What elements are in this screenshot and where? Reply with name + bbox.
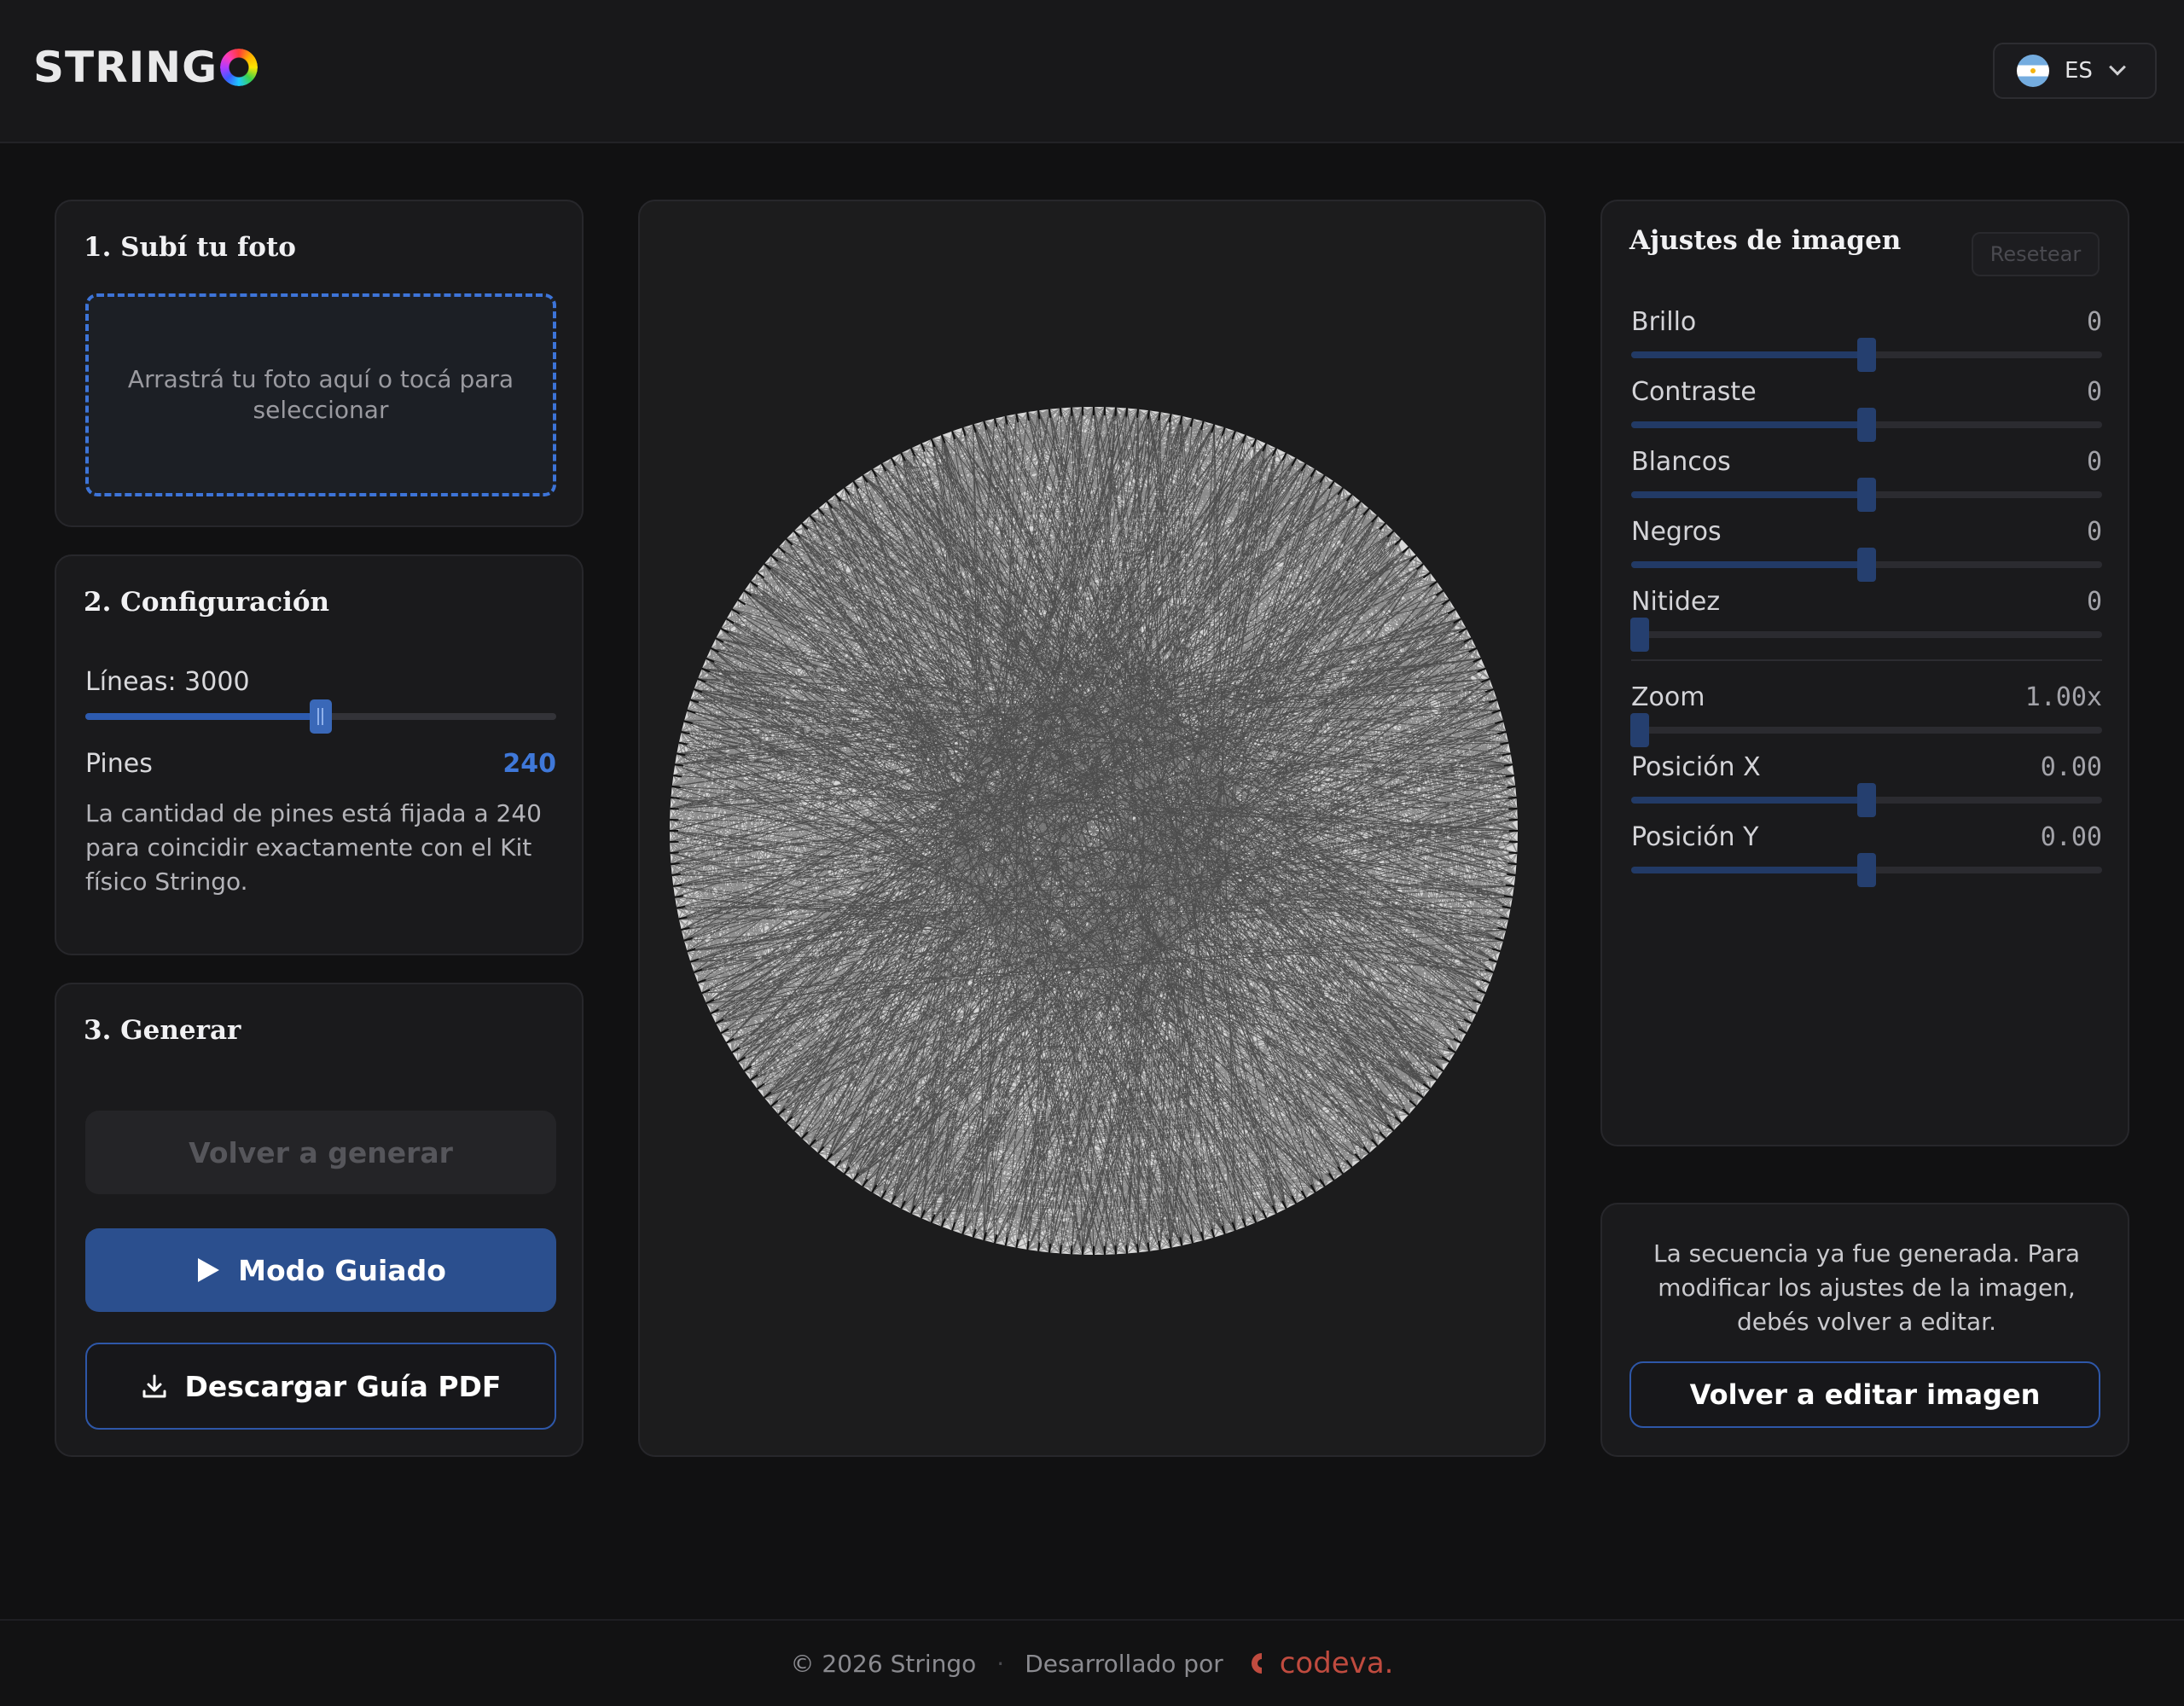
- upload-card: 1. Subí tu foto Arrastrá tu foto aquí o …: [55, 200, 584, 527]
- negros-slider-thumb[interactable]: [1857, 548, 1876, 582]
- lines-slider-fill: [85, 713, 321, 720]
- nitidez-label: Nitidez: [1631, 587, 1721, 617]
- blancos-value: 0: [2086, 447, 2102, 477]
- download-pdf-label: Descargar Guía PDF: [184, 1369, 502, 1403]
- zoom-slider-thumb[interactable]: [1630, 713, 1649, 747]
- posicion-y-value: 0.00: [2040, 822, 2102, 852]
- pins-label: Pines: [85, 749, 153, 779]
- chevron-down-icon: [2109, 58, 2126, 76]
- app-header: STRING ES: [0, 0, 2184, 143]
- upload-title: 1. Subí tu foto: [84, 232, 296, 263]
- brillo-slider[interactable]: [1631, 338, 2102, 372]
- posicion-x-slider-thumb[interactable]: [1857, 783, 1876, 817]
- nitidez-slider[interactable]: [1630, 618, 2102, 652]
- negros-label: Negros: [1631, 517, 1722, 547]
- generate-title: 3. Generar: [84, 1015, 241, 1046]
- codeva-logo-icon: [1251, 1653, 1262, 1674]
- posicion-y-slider-thumb[interactable]: [1857, 853, 1876, 887]
- adjustments-card: Ajustes de imagen Resetear Brillo 0 Contra…: [1600, 200, 2129, 1146]
- nitidez-value: 0: [2086, 587, 2102, 617]
- contraste-value: 0: [2086, 377, 2102, 407]
- language-selector[interactable]: ES: [1993, 43, 2157, 99]
- download-pdf-button[interactable]: Descargar Guía PDF: [85, 1343, 556, 1430]
- nitidez-slider-thumb[interactable]: [1630, 618, 1649, 652]
- zoom-slider[interactable]: [1630, 713, 2102, 747]
- lines-label: Líneas: 3000: [85, 667, 250, 697]
- edit-image-button[interactable]: Volver a editar imagen: [1629, 1361, 2100, 1428]
- lines-slider-thumb[interactable]: [310, 699, 332, 734]
- page-footer: © 2026 Stringo · Desarrollado por codeva…: [0, 1619, 2184, 1706]
- play-icon: [195, 1256, 221, 1284]
- zoom-value: 1.00x: [2024, 682, 2102, 712]
- posicion-x-slider-fill: [1631, 797, 1867, 804]
- negros-slider[interactable]: [1631, 548, 2102, 582]
- color-ring-icon: [220, 49, 258, 86]
- brillo-value: 0: [2086, 307, 2102, 337]
- negros-value: 0: [2086, 517, 2102, 547]
- pins-note: La cantidad de pines está fijada a 240 p…: [85, 799, 542, 896]
- reset-label: Resetear: [1989, 242, 2082, 266]
- regenerate-label: Volver a generar: [189, 1135, 453, 1169]
- zoom-label: Zoom: [1631, 682, 1705, 712]
- posicion-y-label: Posición Y: [1631, 822, 1759, 852]
- adjustments-title: Ajustes de imagen: [1629, 225, 1902, 256]
- language-code: ES: [2065, 58, 2093, 84]
- posicion-y-slider-fill: [1631, 867, 1867, 873]
- generate-card: 3. Generar Volver a generar Modo Guiado …: [55, 983, 584, 1457]
- regenerate-button[interactable]: Volver a generar: [85, 1111, 556, 1194]
- blancos-slider-fill: [1631, 491, 1867, 498]
- adjustments-divider: [1631, 659, 2102, 661]
- brillo-slider-thumb[interactable]: [1857, 338, 1876, 372]
- posicion-x-label: Posición X: [1631, 752, 1761, 782]
- developed-by-text: Desarrollado por: [1025, 1649, 1223, 1678]
- logo-text: STRING: [33, 43, 218, 92]
- edit-image-label: Volver a editar imagen: [1689, 1378, 2041, 1411]
- contraste-slider[interactable]: [1631, 408, 2102, 442]
- download-icon: [141, 1372, 168, 1400]
- string-art-preview: [669, 406, 1519, 1256]
- blancos-label: Blancos: [1631, 447, 1731, 477]
- argentina-flag-icon: [2017, 55, 2049, 87]
- guided-mode-label: Modo Guiado: [238, 1253, 446, 1287]
- brillo-label: Brillo: [1631, 307, 1697, 337]
- pins-value: 240: [502, 749, 556, 779]
- notice-text: La secuencia ya fue generada. Para modif…: [1653, 1239, 2080, 1336]
- dropzone-text: Arrastrá tu foto aquí o tocá para selecc…: [127, 365, 514, 424]
- contraste-slider-thumb[interactable]: [1857, 408, 1876, 442]
- negros-slider-fill: [1631, 561, 1867, 568]
- preview-panel: [638, 200, 1546, 1457]
- stringo-logo[interactable]: STRING: [33, 43, 258, 92]
- contraste-label: Contraste: [1631, 377, 1757, 407]
- guided-mode-button[interactable]: Modo Guiado: [85, 1228, 556, 1312]
- contraste-slider-fill: [1631, 421, 1867, 428]
- config-title: 2. Configuración: [84, 587, 330, 618]
- brillo-slider-fill: [1631, 351, 1867, 358]
- blancos-slider[interactable]: [1631, 478, 2102, 512]
- codeva-link[interactable]: codeva.: [1249, 1646, 1394, 1680]
- photo-dropzone[interactable]: Arrastrá tu foto aquí o tocá para selecc…: [85, 293, 556, 496]
- blancos-slider-thumb[interactable]: [1857, 478, 1876, 512]
- codeva-brand: codeva.: [1279, 1646, 1394, 1680]
- lines-slider[interactable]: [85, 699, 556, 734]
- posicion-x-value: 0.00: [2040, 752, 2102, 782]
- reset-button[interactable]: Resetear: [1972, 232, 2100, 276]
- config-card: 2. Configuración Líneas: 3000 Pines 240 …: [55, 554, 584, 955]
- posicion-x-slider[interactable]: [1631, 783, 2102, 817]
- footer-separator: ·: [996, 1649, 1005, 1678]
- notice-card: La secuencia ya fue generada. Para modif…: [1600, 1203, 2129, 1457]
- copyright-text: © 2026 Stringo: [790, 1649, 977, 1678]
- posicion-y-slider[interactable]: [1631, 853, 2102, 887]
